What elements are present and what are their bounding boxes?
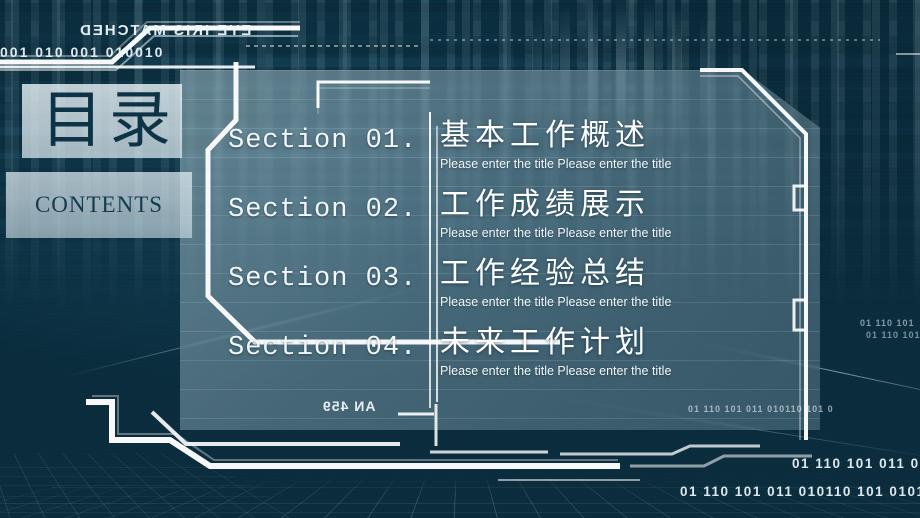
section-title: 工作成绩展示 — [440, 188, 650, 221]
hud-binary-right-1: 01 110 101 — [860, 318, 915, 328]
hud-label-unit-code: AN 459 — [322, 398, 376, 414]
section-title: 基本工作概述 — [440, 119, 650, 152]
section-row[interactable]: Section 04. 未来工作计划 Please enter the titl… — [228, 323, 828, 392]
section-row[interactable]: Section 01. 基本工作概述 Please enter the titl… — [228, 116, 828, 185]
hud-label-iris-status: EYE IRIS MATCHED — [78, 22, 252, 39]
section-number: Section 03. — [228, 264, 418, 294]
slide-canvas: 目录 CONTENTS Section 01. 基本工作概述 Please en… — [0, 0, 920, 518]
hud-binary-right-2: 01 110 101 — [866, 330, 920, 340]
section-number: Section 04. — [228, 333, 418, 363]
hud-binary-top-left: 001 010 001 010010 — [0, 44, 165, 60]
section-title: 工作经验总结 — [440, 257, 650, 290]
section-row[interactable]: Section 03. 工作经验总结 Please enter the titl… — [228, 254, 828, 323]
hud-binary-bottom-1: 01 110 101 011 0101 — [792, 456, 920, 471]
section-number: Section 01. — [228, 126, 418, 156]
section-number: Section 02. — [228, 195, 418, 225]
section-subtitle: Please enter the title Please enter the … — [440, 295, 672, 309]
section-subtitle: Please enter the title Please enter the … — [440, 364, 672, 378]
page-title-cn: 目录 — [40, 87, 177, 155]
section-list: Section 01. 基本工作概述 Please enter the titl… — [228, 116, 828, 392]
section-title: 未来工作计划 — [440, 326, 650, 359]
hud-binary-bottom-2: 01 110 101 011 010110 101 01011101 — [680, 484, 920, 499]
section-row[interactable]: Section 02. 工作成绩展示 Please enter the titl… — [228, 185, 828, 254]
section-subtitle: Please enter the title Please enter the … — [440, 157, 672, 171]
page-title-en: CONTENTS — [34, 192, 164, 217]
hud-binary-middle: 01 110 101 011 010110 101 0 — [688, 404, 834, 414]
section-subtitle: Please enter the title Please enter the … — [440, 226, 672, 240]
